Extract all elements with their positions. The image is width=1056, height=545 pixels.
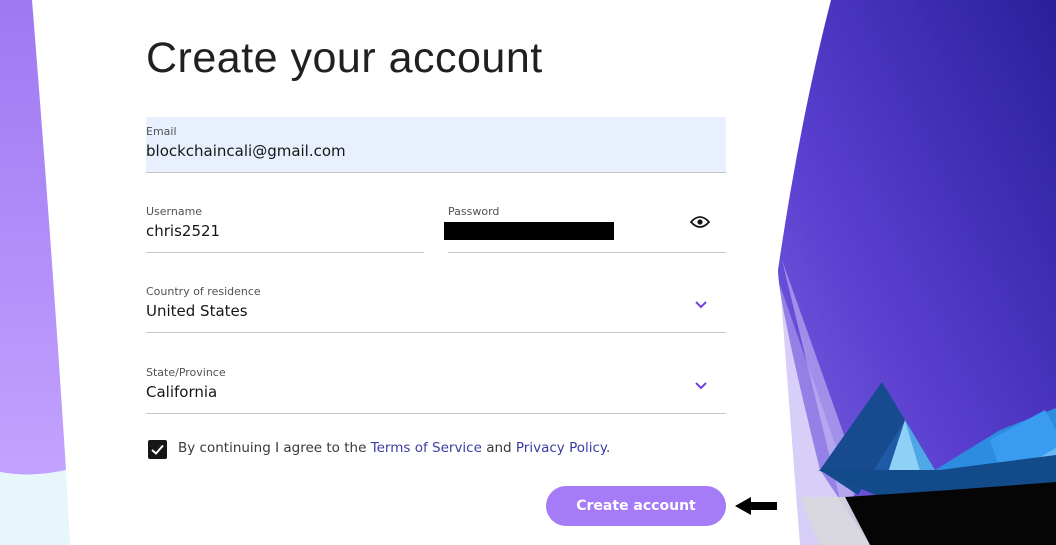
agree-text-before: By continuing I agree to the (178, 440, 371, 456)
country-value[interactable]: United States (146, 302, 248, 320)
agree-text-middle: and (481, 440, 516, 456)
country-label: Country of residence (146, 285, 261, 298)
email-value[interactable]: blockchaincali@gmail.com (146, 142, 346, 160)
username-label: Username (146, 205, 203, 218)
username-value[interactable]: chris2521 (146, 222, 220, 240)
terms-of-service-link[interactable]: Terms of Service (371, 440, 482, 456)
email-label: Email (146, 125, 177, 138)
password-label: Password (448, 205, 500, 218)
state-select[interactable]: State/Province California (146, 358, 726, 414)
page-title: Create your account (146, 34, 543, 82)
terms-agreement: By continuing I agree to the Terms of Se… (178, 440, 610, 456)
chevron-down-icon[interactable] (694, 299, 708, 309)
country-select[interactable]: Country of residence United States (146, 277, 726, 333)
create-account-button[interactable]: Create account (546, 486, 726, 526)
email-field[interactable]: Email blockchaincali@gmail.com (146, 117, 726, 173)
chevron-down-icon[interactable] (694, 380, 708, 390)
checkmark-icon (151, 444, 164, 455)
state-label: State/Province (146, 366, 226, 379)
username-field[interactable]: Username chris2521 (146, 197, 424, 253)
terms-checkbox[interactable] (148, 440, 167, 459)
arrow-left-icon (735, 497, 777, 515)
password-redaction[interactable] (444, 222, 614, 240)
agree-text-after: . (605, 440, 611, 456)
eye-icon[interactable] (690, 215, 710, 229)
password-field[interactable]: Password (444, 197, 726, 253)
privacy-policy-link[interactable]: Privacy Policy (516, 440, 606, 456)
state-value[interactable]: California (146, 383, 217, 401)
